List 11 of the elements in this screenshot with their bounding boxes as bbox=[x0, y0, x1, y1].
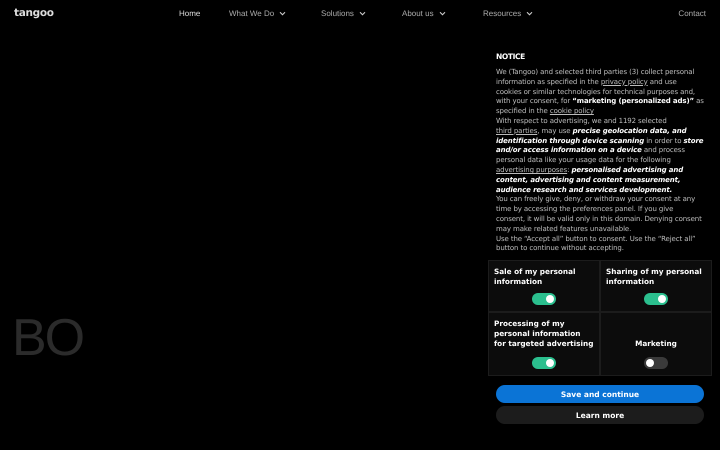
nav-link[interactable]: About us bbox=[402, 8, 483, 18]
toggle-switch[interactable] bbox=[532, 293, 556, 306]
toggle-switch[interactable] bbox=[644, 357, 668, 370]
toggle-switch[interactable] bbox=[532, 357, 556, 370]
nav-link[interactable]: Contact bbox=[678, 8, 706, 18]
nav-link[interactable]: What We Do bbox=[229, 8, 321, 18]
nav-link[interactable]: Resources bbox=[483, 8, 534, 18]
nav-link[interactable]: Solutions bbox=[321, 8, 402, 18]
nav-link[interactable]: Home bbox=[179, 8, 229, 18]
logo[interactable]: tangoo bbox=[14, 7, 179, 19]
toggle-switch[interactable] bbox=[644, 293, 668, 306]
